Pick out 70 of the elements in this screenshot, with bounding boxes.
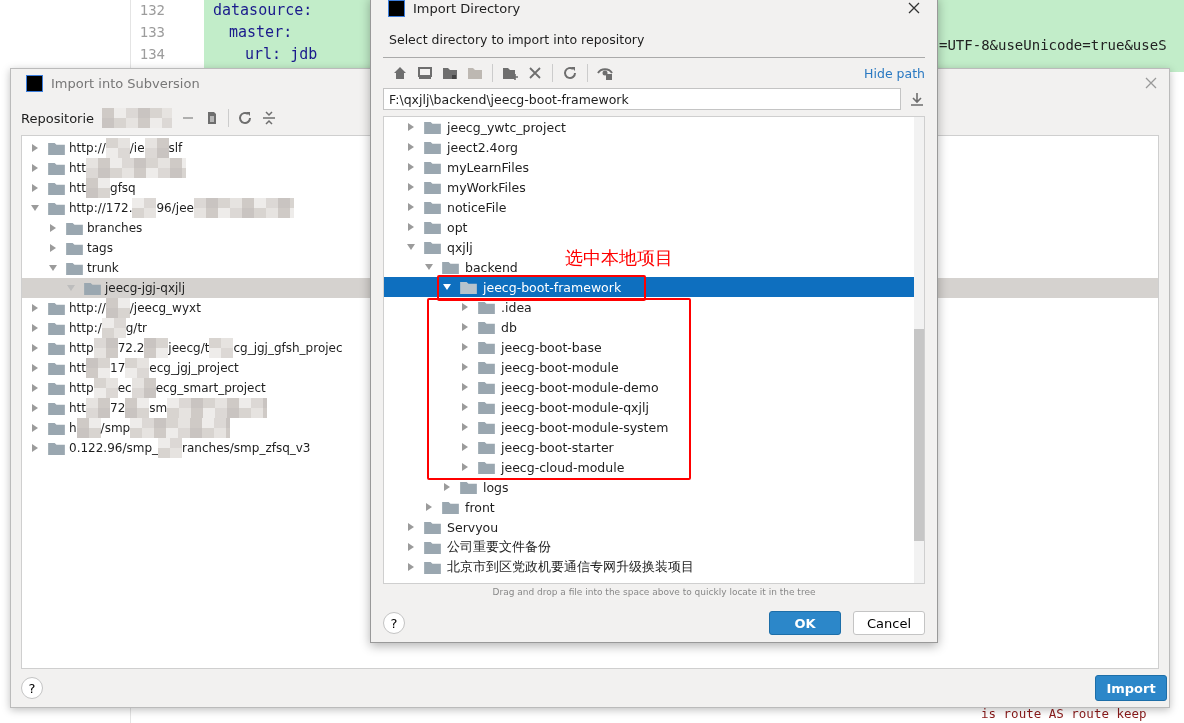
repository-name: h xyxy=(69,421,77,435)
folder-name: jeect2.4org xyxy=(447,139,518,155)
code-text: url: jdb xyxy=(245,45,318,63)
folder-name: myWorkFiles xyxy=(447,179,526,195)
folder-name: jeecg-boot-module-qxjlj xyxy=(501,399,649,415)
annotation-text: 选中本地项目 xyxy=(565,246,673,270)
window-title: Import Directory xyxy=(413,0,521,16)
code-text: is route AS route keep xyxy=(981,706,1147,721)
window-title: Import into Subversion xyxy=(51,75,200,91)
repository-name: branches xyxy=(87,221,143,235)
repository-name: /ie xyxy=(129,141,145,155)
repository-name: 17 xyxy=(110,361,126,375)
folder-name: jeecg-boot-module xyxy=(501,359,619,375)
folder-name: jeecg_ywtc_project xyxy=(447,119,566,135)
folder-name: opt xyxy=(447,219,468,235)
repository-name: 72.2 xyxy=(117,341,145,355)
folder-name: qxjlj xyxy=(447,239,473,255)
folder-name: front xyxy=(465,499,495,515)
folder-name: jeecg-cloud-module xyxy=(501,459,625,475)
folder-name: 公司重要文件备份 xyxy=(447,538,551,556)
repository-name: ranches/smp_zfsq_v3 xyxy=(182,441,311,455)
repository-name: http:// xyxy=(69,141,106,155)
dialog-subtitle: Select directory to import into repository xyxy=(383,32,925,58)
code-text: datasource: xyxy=(213,1,313,19)
line-number: 133 xyxy=(138,24,165,40)
folder-name: jeecg-boot-module-system xyxy=(501,419,669,435)
code-text: master: xyxy=(229,23,293,41)
repository-name: tags xyxy=(87,241,113,255)
folder-name: db xyxy=(501,319,517,335)
repository-name: 96/jee xyxy=(156,201,194,215)
repository-name: 0.122.96/smp_ xyxy=(69,441,159,455)
repository-name: ec xyxy=(117,381,132,395)
repository-name: 72 xyxy=(110,401,126,415)
repository-name: jeecg-jgj-qxjlj xyxy=(105,281,185,295)
line-number: 134 xyxy=(138,46,165,62)
folder-name: jeecg-boot-base xyxy=(501,339,602,355)
folder-name: Servyou xyxy=(447,519,499,535)
repository-name: http://172. xyxy=(69,201,133,215)
repository-name: slf xyxy=(168,141,183,155)
repository-name: /jeecg_wyxt xyxy=(129,301,201,315)
repository-name: htt xyxy=(69,181,86,195)
repository-name: http:// xyxy=(69,301,106,315)
repository-name: htt xyxy=(69,401,86,415)
repository-name: jeecg/t xyxy=(168,341,210,355)
repository-name: cg_jgj_gfsh_projec xyxy=(233,341,343,355)
repository-name: htt xyxy=(69,161,86,175)
code-text: =UTF-8&useUnicode=true&useS xyxy=(939,37,1167,53)
folder-name: myLearnFiles xyxy=(447,159,529,175)
repository-name: http:/ xyxy=(69,321,102,335)
repository-name: g/tr xyxy=(125,321,148,335)
repository-name: /smp xyxy=(100,421,131,435)
repository-name: gfsq xyxy=(110,181,136,195)
repository-name: htt xyxy=(69,361,86,375)
hint-text: Drag and drop a file into the space above to quickly locate it in the tree xyxy=(491,587,817,597)
folder-name: jeecg-boot-framework xyxy=(483,279,622,295)
panel-label: Repositorie xyxy=(21,110,95,126)
repository-name: http xyxy=(69,381,94,395)
folder-name: backend xyxy=(465,259,518,275)
repository-name: ecg_jgj_project xyxy=(149,361,239,375)
repository-name: trunk xyxy=(87,261,119,275)
repository-name: http xyxy=(69,341,94,355)
folder-name: jeecg-boot-module-demo xyxy=(501,379,659,395)
repository-name: ecg_smart_project xyxy=(155,381,266,395)
folder-name: logs xyxy=(483,479,509,495)
folder-name: jeecg-boot-starter xyxy=(501,439,614,455)
repository-name: sm xyxy=(149,401,168,415)
folder-name: .idea xyxy=(501,299,532,315)
folder-name: 北京市到区党政机要通信专网升级换装项目 xyxy=(447,558,694,576)
folder-name: noticeFile xyxy=(447,199,507,215)
line-number: 132 xyxy=(138,2,165,18)
